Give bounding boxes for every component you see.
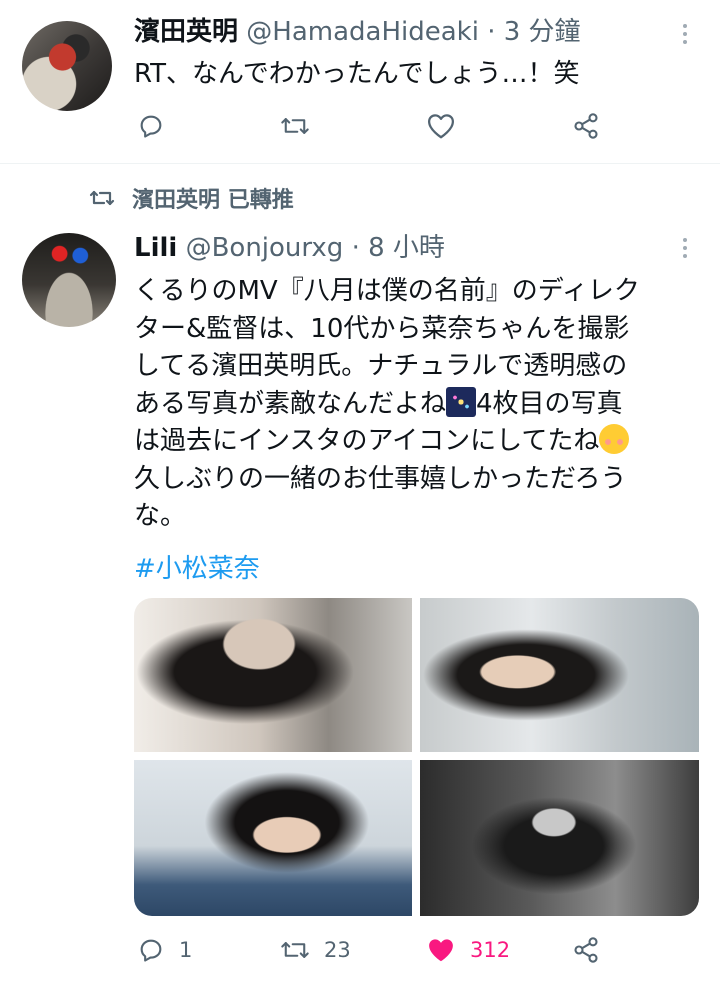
fireworks-emoji-icon <box>446 386 477 417</box>
tweet-line: は過去にインスタのアイコンにしてたね <box>134 423 640 461</box>
divider <box>0 163 720 164</box>
reply-button[interactable]: 1 <box>137 936 192 964</box>
timestamp[interactable]: 8 小時 <box>368 233 445 263</box>
more-icon[interactable] <box>683 24 689 44</box>
display-name[interactable]: Lili <box>134 233 177 263</box>
retweet-button[interactable] <box>280 112 310 140</box>
retweet-count: 23 <box>324 938 351 962</box>
separator: · <box>351 233 360 263</box>
separator: · <box>487 17 496 47</box>
retweet-action-label: 已轉推 <box>227 188 294 213</box>
reply-count: 1 <box>179 938 193 962</box>
tweet-header: Lili @Bonjourxg · 8 小時 <box>134 230 445 266</box>
retweet-icon <box>281 118 309 134</box>
tweet-line: してる濱田英明氏。ナチュラルで透明感の <box>134 351 628 381</box>
avatar[interactable] <box>22 21 112 111</box>
retweet-context[interactable]: 濱田英明 已轉推 <box>88 182 294 214</box>
tweet-line-part: 4枚目の写真 <box>476 388 623 419</box>
tweet-text: くるりのMV『八月は僕の名前』のディレク ター&監督は、10代から菜奈ちゃんを撮… <box>134 273 640 536</box>
avatar[interactable] <box>22 233 116 327</box>
photo-3[interactable] <box>134 760 412 916</box>
timestamp[interactable]: 3 分鐘 <box>504 17 581 47</box>
display-name[interactable]: 濱田英明 <box>134 17 238 47</box>
tweet-line-part: ある写真が素敵なんだよね <box>134 388 447 419</box>
retweet-icon <box>281 942 309 958</box>
tweet-line: ある写真が素敵なんだよね 4枚目の写真 <box>134 386 640 424</box>
share-icon <box>574 937 598 963</box>
handle[interactable]: @HamadaHideaki <box>246 17 479 47</box>
share-button[interactable] <box>571 936 601 964</box>
like-button[interactable] <box>426 112 456 140</box>
hashtag-link[interactable]: #小松菜奈 <box>134 551 260 587</box>
photo-1[interactable] <box>134 598 412 752</box>
handle[interactable]: @Bonjourxg <box>186 233 344 263</box>
photo-4[interactable] <box>420 760 699 916</box>
retweeter-name: 濱田英明 <box>132 188 221 213</box>
reply-icon <box>140 115 162 138</box>
more-icon[interactable] <box>683 238 689 258</box>
tweet-header: 濱田英明 @HamadaHideaki · 3 分鐘 <box>134 14 581 50</box>
tweet-line: な。 <box>134 501 187 531</box>
tweet-line-part: は過去にインスタのアイコンにしてたね <box>134 426 600 456</box>
heart-icon <box>429 939 453 962</box>
share-button[interactable] <box>571 112 601 140</box>
like-count: 312 <box>470 938 511 962</box>
smiling-face-emoji-icon <box>599 424 630 454</box>
tweet-line: 久しぶりの一緒のお仕事嬉しかっただろう <box>134 463 627 494</box>
heart-icon <box>428 114 454 139</box>
retweet-icon <box>89 190 115 206</box>
like-button[interactable]: 312 <box>426 936 510 964</box>
reply-button[interactable] <box>137 112 165 140</box>
tweet-text: RT、なんでわかったんでしょう…！笑 <box>134 59 580 89</box>
share-icon <box>574 113 598 139</box>
tweet-line: くるりのMV『八月は僕の名前』のディレク <box>134 276 640 306</box>
reply-icon <box>140 939 162 962</box>
photo-2[interactable] <box>420 598 699 752</box>
media-grid <box>134 598 699 916</box>
tweet-line: ター&監督は、10代から菜奈ちゃんを撮影 <box>134 313 630 344</box>
retweet-button[interactable]: 23 <box>280 936 351 964</box>
